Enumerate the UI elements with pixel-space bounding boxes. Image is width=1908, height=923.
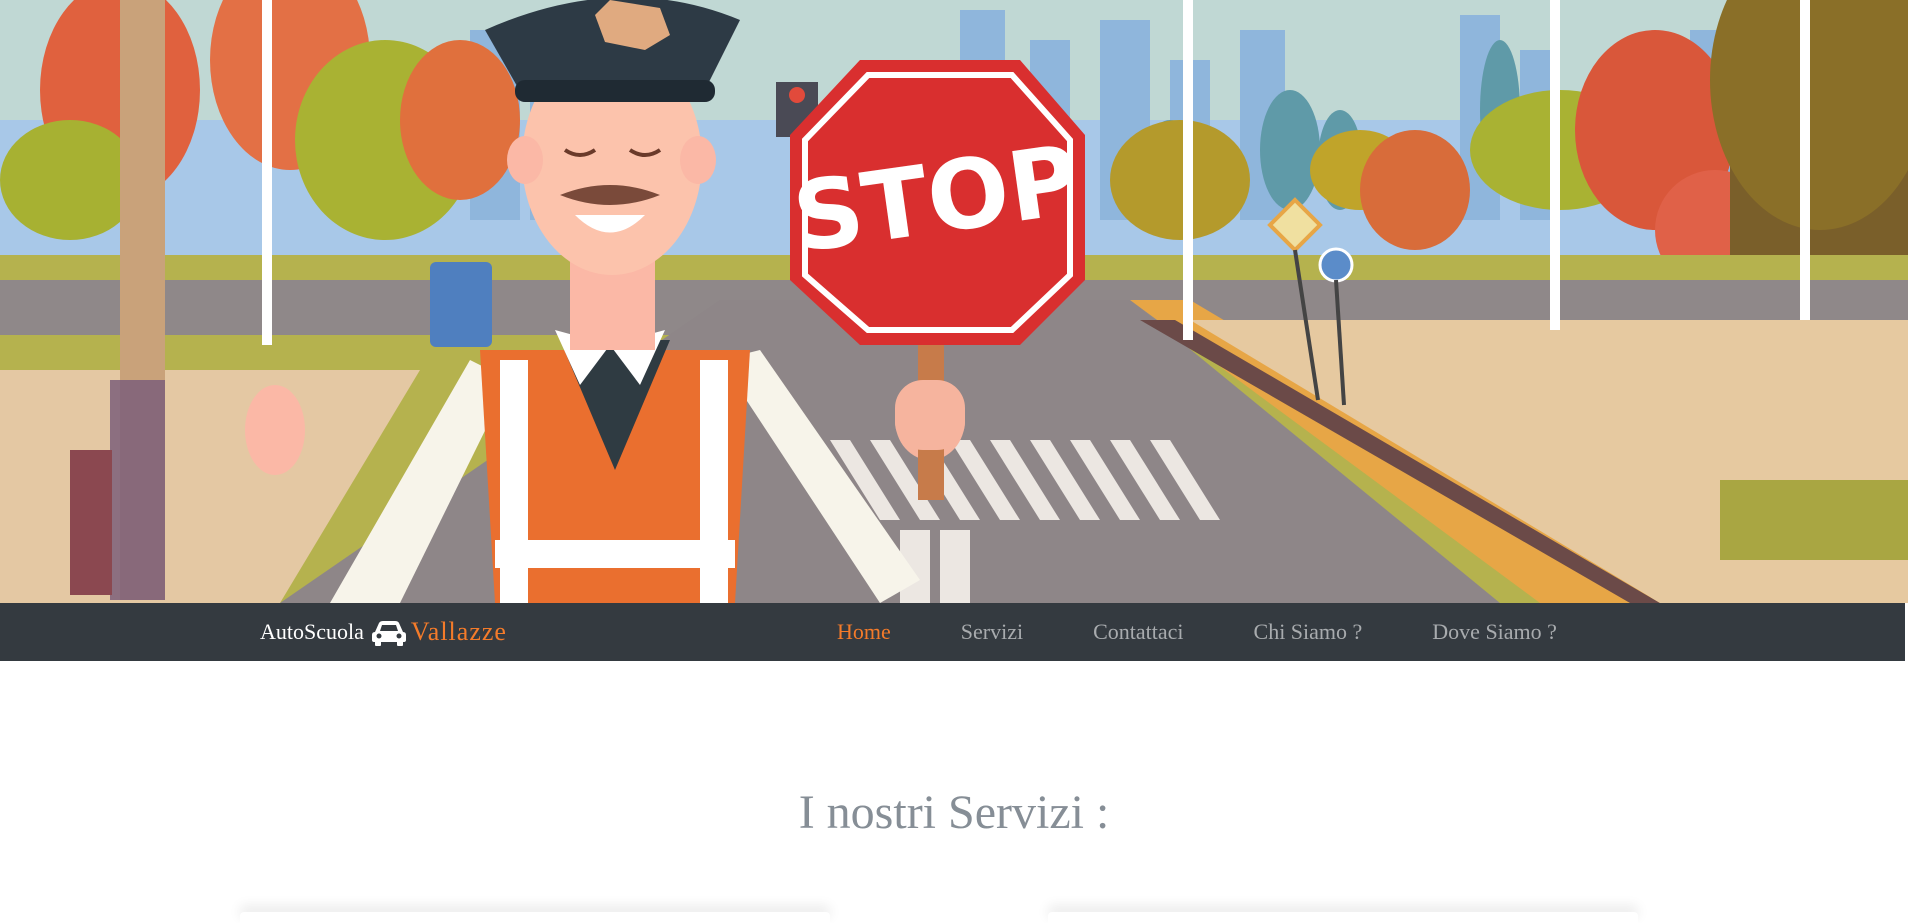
nav-link-home[interactable]: Home [837,619,891,645]
hero-illustration: STOP [0,0,1908,603]
nav-link-servizi[interactable]: Servizi [961,619,1023,645]
brand-logo[interactable]: AutoScuola Vallazze [260,603,507,661]
brand-name: Vallazze [410,617,507,646]
nav-menu: Home Servizi Contattaci Chi Siamo ? Dove… [837,603,1557,661]
hero-banner: STOP [0,0,1908,603]
service-card-2 [1048,912,1638,923]
service-card-1 [240,912,830,923]
car-icon [371,618,407,646]
section-title: I nostri Servizi : [798,786,1110,839]
nav-link-dove-siamo[interactable]: Dove Siamo ? [1432,619,1557,645]
nav-link-contattaci[interactable]: Contattaci [1093,619,1183,645]
brand-prefix: AutoScuola [260,619,364,644]
navbar: AutoScuola Vallazze Home Servizi Contatt… [0,603,1905,661]
nav-link-chi-siamo[interactable]: Chi Siamo ? [1254,619,1363,645]
